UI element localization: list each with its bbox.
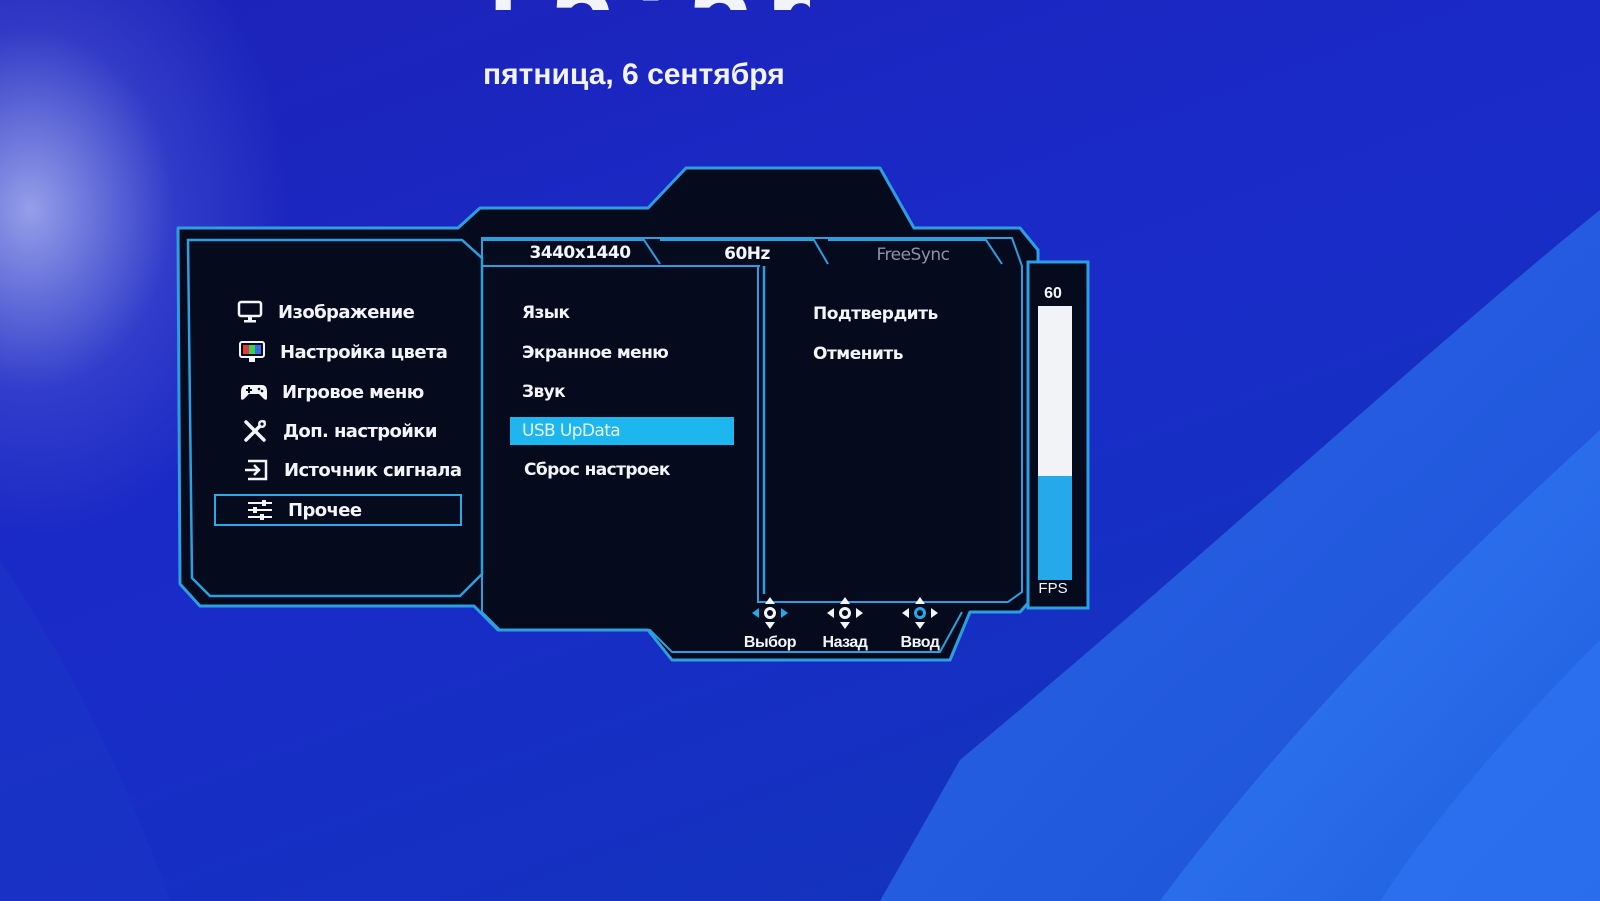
monitor-icon bbox=[234, 299, 266, 325]
hint-enter: Ввод bbox=[885, 596, 955, 652]
menu-item-label: Прочее bbox=[288, 499, 362, 521]
menu-item-label: Настройка цвета bbox=[280, 341, 448, 363]
menu-item-other[interactable]: Прочее bbox=[214, 494, 462, 526]
dpad-enter-icon bbox=[902, 597, 938, 629]
menu-item-label: Игровое меню bbox=[282, 381, 424, 403]
menu-item-game[interactable]: Игровое меню bbox=[238, 377, 478, 407]
submenu-item-language[interactable]: Язык bbox=[510, 299, 730, 327]
tab-freesync: FreeSync bbox=[876, 245, 950, 265]
menu-item-signal-source[interactable]: Источник сигнала bbox=[240, 455, 480, 485]
osd-frame bbox=[176, 166, 1090, 662]
sliders-icon bbox=[244, 497, 276, 523]
tab-refresh-rate: 60Hz bbox=[724, 244, 770, 264]
hint-select: Выбор bbox=[735, 596, 805, 652]
submenu-item-usb-update[interactable]: USB UpData bbox=[510, 417, 734, 445]
fps-unit-label: FPS bbox=[1038, 580, 1068, 597]
submenu-item-osd[interactable]: Экранное меню bbox=[510, 339, 730, 367]
menu-item-label: Изображение bbox=[278, 301, 415, 323]
monitor-osd: 3440x1440 60Hz FreeSync Изображение Наст… bbox=[0, 0, 1600, 901]
tab-resolution: 3440x1440 bbox=[529, 243, 631, 263]
gamepad-icon bbox=[238, 379, 270, 405]
fps-value: 60 bbox=[1044, 285, 1062, 302]
submenu-item-reset[interactable]: Сброс настроек bbox=[512, 456, 732, 484]
menu-item-color[interactable]: Настройка цвета bbox=[236, 337, 476, 367]
dpad-select-icon bbox=[752, 597, 788, 629]
menu-item-label: Доп. настройки bbox=[283, 420, 438, 442]
hint-enter-label: Ввод bbox=[900, 634, 940, 651]
menu-item-image[interactable]: Изображение bbox=[234, 297, 474, 327]
option-confirm[interactable]: Подтвердить bbox=[813, 304, 938, 324]
color-palette-icon bbox=[236, 339, 268, 365]
menu-item-label: Источник сигнала bbox=[284, 459, 462, 481]
hint-back-label: Назад bbox=[822, 634, 868, 651]
input-source-icon bbox=[240, 457, 272, 483]
tools-icon bbox=[239, 418, 271, 444]
fps-meter-fill bbox=[1038, 475, 1072, 580]
fps-meter bbox=[1038, 306, 1072, 580]
hint-back: Назад bbox=[810, 596, 880, 652]
option-cancel[interactable]: Отменить bbox=[813, 344, 904, 364]
dpad-back-icon bbox=[827, 597, 863, 629]
submenu-item-sound[interactable]: Звук bbox=[510, 378, 730, 406]
hint-select-label: Выбор bbox=[743, 634, 797, 651]
menu-item-extra-settings[interactable]: Доп. настройки bbox=[239, 416, 479, 446]
